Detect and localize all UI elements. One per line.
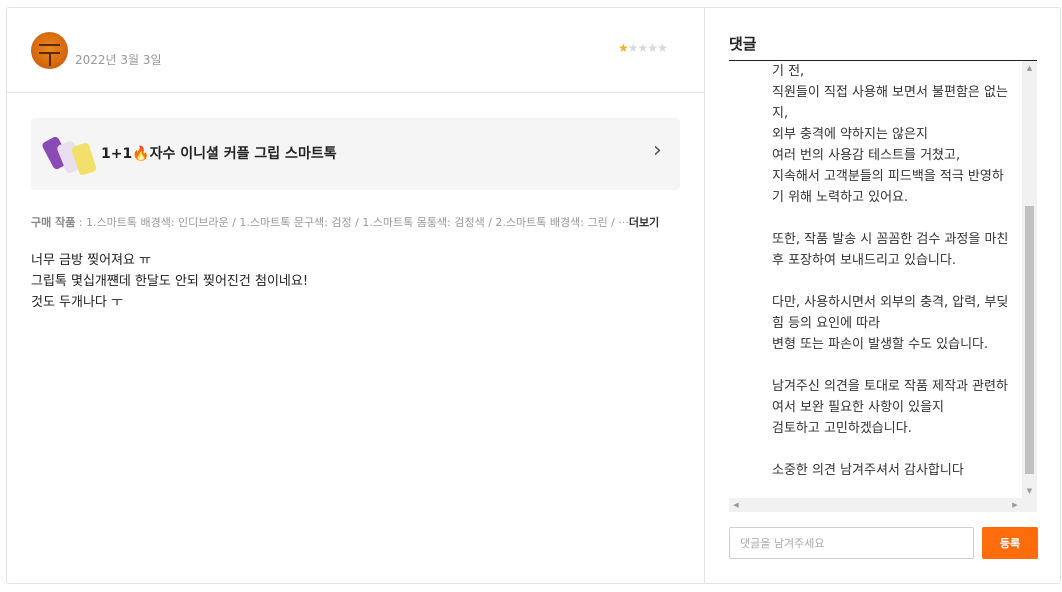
comment-line: 지속해서 고객분들의 피드백을 적극 반영하 xyxy=(772,169,1004,184)
scroll-right-icon[interactable]: ▶ xyxy=(1008,498,1022,512)
comment-scroll-area[interactable]: 기 전, 직원들이 직접 사용해 보면서 불편함은 없는지, 외부 충격에 약하지는… xyxy=(729,61,1037,512)
scrollbar-thumb[interactable] xyxy=(1025,206,1034,474)
comment-line: 검토하고 고민하겠습니다. xyxy=(772,421,912,436)
comment-line: 남겨주신 의견을 토대로 작품 제작과 관련하 xyxy=(772,379,1008,394)
comment-line: 기 위해 노력하고 있어요. xyxy=(772,190,909,205)
review-line: 너무 금방 찢어져요 ㅠ xyxy=(31,253,152,268)
comment-line: 지, xyxy=(772,106,789,121)
more-link[interactable]: 더보기 xyxy=(629,216,659,229)
review-panel: 2022년 3월 3일 ★★★★★ 1+1🔥자수 이니셜 커플 그립 스마트톡 … xyxy=(7,8,704,583)
vertical-scrollbar[interactable]: ▲ ▼ xyxy=(1022,61,1037,498)
scroll-up-icon[interactable]: ▲ xyxy=(1022,61,1037,75)
comment-line: 다만, 사용하시면서 외부의 충격, 압력, 부딪 xyxy=(772,295,1009,310)
comment-line: 여서 보완 필요한 사항이 있을지 xyxy=(772,400,945,415)
chevron-right-icon: › xyxy=(653,138,662,163)
comment-line xyxy=(772,439,1022,460)
comment-line: 기 전, xyxy=(772,64,805,79)
scroll-down-icon[interactable]: ▼ xyxy=(1022,484,1037,498)
comments-title: 댓글 xyxy=(729,35,757,53)
comment-line: 소중한 의견 남겨주셔서 감사합니다 xyxy=(772,463,964,478)
review-body: 너무 금방 찢어져요 ㅠ 그립톡 몇십개쨴데 한달도 안되 찢어진건 첨이네요!… xyxy=(31,250,308,313)
comment-line xyxy=(772,271,1022,292)
comment-line: 여러 번의 사용감 테스트를 거쳤고, xyxy=(772,148,961,163)
review-line: 그립톡 몇십개쨴데 한달도 안되 찢어진건 첨이네요! xyxy=(31,274,309,289)
review-card: 2022년 3월 3일 ★★★★★ 1+1🔥자수 이니셜 커플 그립 스마트톡 … xyxy=(6,7,1061,584)
review-line: 것도 두개나다 ㅜ xyxy=(31,295,123,310)
comments-panel: 댓글 기 전, 직원들이 직접 사용해 보면서 불편함은 없는지, 외부 충격에 약… xyxy=(705,8,1061,583)
star-empty-icon: ★ xyxy=(647,41,658,55)
options-label: 구매 작품 xyxy=(31,216,76,229)
product-thumbnail xyxy=(41,132,99,177)
comment-text: 기 전, 직원들이 직접 사용해 보면서 불편함은 없는지, 외부 충격에 약하지는… xyxy=(772,61,1022,481)
star-empty-icon: ★ xyxy=(637,41,649,55)
comment-line: 후 포장하여 보내드리고 있습니다. xyxy=(772,253,956,268)
comment-line: 외부 충격에 약하지는 않은지 xyxy=(772,127,928,142)
star-empty-icon: ★ xyxy=(657,41,668,55)
scrollbar-corner xyxy=(1022,498,1037,512)
avatar[interactable] xyxy=(31,32,68,69)
comment-line: 직원들이 직접 사용해 보면서 불편함은 없는 xyxy=(772,85,1008,100)
star-filled-icon: ★ xyxy=(618,41,629,55)
comment-line xyxy=(772,355,1022,376)
comment-line: 힘 등의 요인에 따라 xyxy=(772,316,881,331)
product-name: 1+1🔥자수 이니셜 커플 그립 스마트톡 xyxy=(101,146,337,162)
comment-input[interactable] xyxy=(729,527,974,559)
purchase-options: 구매 작품 : 1.스마트톡 배경색: 인디브라운 / 1.스마트톡 문구색: … xyxy=(31,214,659,230)
header-divider xyxy=(7,92,704,93)
review-date: 2022년 3월 3일 xyxy=(75,53,162,67)
comment-line: 또한, 작품 발송 시 꼼꼼한 검수 과정을 마친 xyxy=(772,232,1009,247)
horizontal-scrollbar[interactable]: ◀ ▶ xyxy=(729,498,1022,512)
product-link[interactable]: 1+1🔥자수 이니셜 커플 그립 스마트톡 › xyxy=(31,118,680,190)
options-text: : 1.스마트톡 배경색: 인디브라운 / 1.스마트톡 문구색: 검정 / 1… xyxy=(75,216,629,229)
scroll-left-icon[interactable]: ◀ xyxy=(729,498,743,512)
star-empty-icon: ★ xyxy=(627,41,639,55)
comment-line: 변형 또는 파손이 발생할 수도 있습니다. xyxy=(772,337,989,352)
comment-line xyxy=(772,208,1022,229)
submit-button[interactable]: 등록 xyxy=(982,527,1038,559)
rating-stars: ★★★★★ xyxy=(618,41,668,55)
